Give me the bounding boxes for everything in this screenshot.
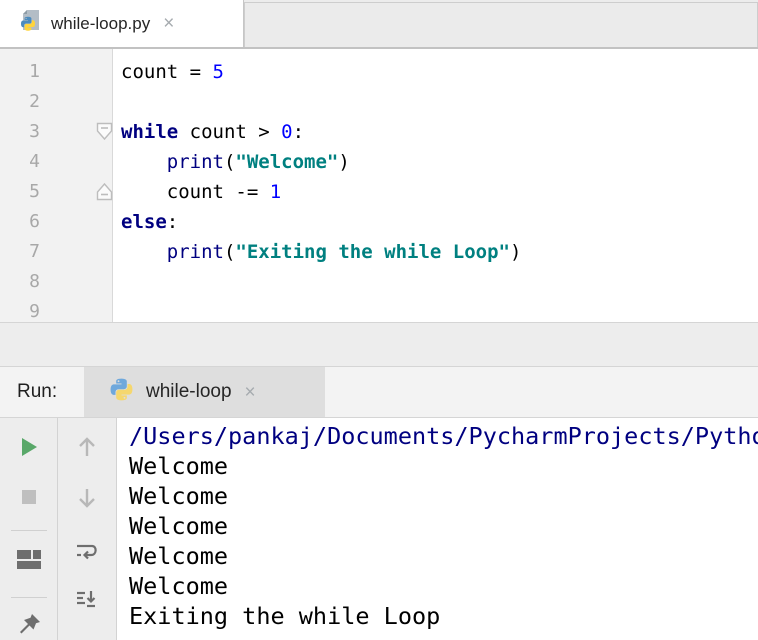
line-number: 7 (29, 241, 40, 262)
python-logo-icon (109, 377, 134, 407)
code-line[interactable]: while count > 0: (121, 117, 758, 147)
console-line: Welcome (129, 452, 229, 480)
next-occurrence-button[interactable] (74, 485, 100, 511)
line-number: 1 (29, 61, 40, 82)
run-toolbar-right (58, 418, 117, 640)
editor-tab-while-loop[interactable]: while-loop.py × (0, 0, 244, 47)
code-token: count = (121, 61, 213, 83)
run-console: /Users/pankaj/Documents/PycharmProjects/… (0, 417, 758, 640)
fold-region-start-icon[interactable] (96, 122, 113, 141)
code-line[interactable]: count = 5 (121, 57, 758, 87)
line-number: 3 (29, 121, 40, 142)
run-tab-close-icon[interactable]: × (245, 383, 256, 402)
code-area[interactable]: count = 5 while count > 0: print("Welcome… (113, 49, 758, 322)
line-number: 4 (29, 151, 40, 172)
line-number: 6 (29, 211, 40, 232)
console-line: /Users/pankaj/Documents/PycharmProjects/… (129, 422, 758, 450)
code-token: 1 (269, 181, 282, 203)
editor-tab-label: while-loop.py (51, 13, 151, 33)
code-line[interactable] (121, 87, 758, 117)
toolbar-separator (11, 530, 47, 531)
code-token: else (121, 211, 167, 233)
console-line: Welcome (129, 572, 229, 600)
line-number: 8 (29, 271, 40, 292)
code-line[interactable]: print("Exiting the while Loop") (121, 237, 758, 267)
soft-wrap-button[interactable] (74, 539, 100, 565)
stop-button[interactable] (16, 484, 42, 510)
code-token: 5 (212, 61, 224, 83)
editor-tab-bar: while-loop.py × (0, 0, 758, 49)
code-token: : (166, 211, 179, 233)
code-token: ( (223, 241, 236, 263)
code-token: "Exiting the while Loop" (235, 241, 510, 263)
line-number: 9 (29, 301, 40, 322)
code-token: ) (509, 241, 522, 263)
code-token: ( (223, 151, 236, 173)
code-token: print (166, 151, 224, 173)
toolbar-separator (11, 597, 47, 598)
console-line: Welcome (129, 542, 229, 570)
code-token: print (166, 241, 224, 263)
run-tab-label: while-loop (146, 381, 232, 402)
python-file-icon (20, 9, 42, 38)
run-toolbar-left (0, 418, 58, 640)
code-token: count -= (121, 181, 270, 203)
code-token: "Welcome" (235, 151, 339, 173)
code-editor[interactable]: 1 2 3 4 5 6 7 8 9 count = 5 while count > 0: prin… (0, 49, 758, 322)
line-number: 5 (29, 181, 40, 202)
code-token: ) (338, 151, 350, 173)
prev-occurrence-button[interactable] (74, 434, 100, 460)
restore-layout-button[interactable] (16, 545, 42, 571)
run-panel-title: Run: (17, 381, 58, 402)
code-line[interactable] (121, 267, 758, 297)
line-number: 2 (29, 91, 40, 112)
scroll-to-end-button[interactable] (74, 587, 100, 613)
code-token: while (121, 121, 179, 143)
editor-tab-close-icon[interactable]: × (163, 14, 174, 33)
code-token: count > (178, 121, 282, 143)
run-tab-while-loop[interactable]: while-loop × (84, 367, 325, 417)
code-line[interactable]: else: (121, 207, 758, 237)
code-token: 0 (281, 121, 293, 143)
fold-region-end-icon[interactable] (96, 182, 113, 201)
code-line[interactable]: print("Welcome") (121, 147, 758, 177)
code-token: : (292, 121, 305, 143)
code-line[interactable]: count -= 1 (121, 177, 758, 207)
console-line: Welcome (129, 512, 229, 540)
code-line[interactable] (121, 297, 758, 322)
console-line: Exiting the while Loop (129, 602, 441, 630)
console-line: Welcome (129, 482, 229, 510)
editor-bottom-spacer (0, 322, 758, 367)
tab-bar-empty-area (244, 2, 758, 47)
rerun-button[interactable] (16, 434, 42, 460)
console-output[interactable]: /Users/pankaj/Documents/PycharmProjects/… (117, 418, 758, 640)
run-header-empty-area (325, 367, 758, 417)
pin-tab-button[interactable] (16, 612, 42, 638)
run-panel-header: Run: while-loop × (0, 367, 758, 417)
